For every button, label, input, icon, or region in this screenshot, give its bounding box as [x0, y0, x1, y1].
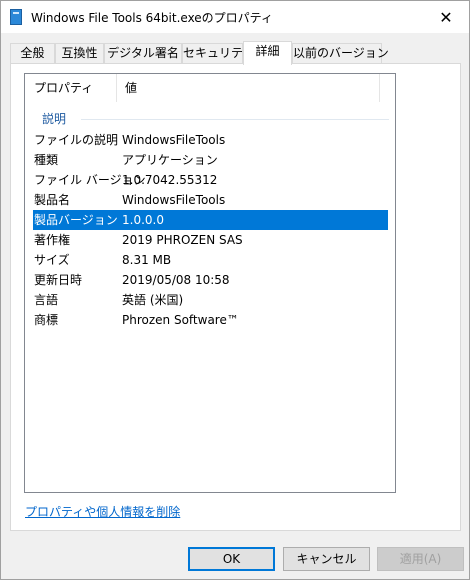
- property-name: 製品バージョン: [34, 213, 118, 227]
- tab-details[interactable]: 詳細: [243, 41, 292, 65]
- tab-compatibility[interactable]: 互換性: [55, 43, 104, 64]
- cancel-button[interactable]: キャンセル: [283, 547, 370, 571]
- table-row[interactable]: 更新日時 2019/05/08 10:58: [33, 270, 388, 290]
- table-row[interactable]: 製品名 WindowsFileTools: [33, 190, 388, 210]
- tab-security[interactable]: セキュリティ: [182, 43, 254, 64]
- apply-button[interactable]: 適用(A): [377, 547, 464, 571]
- property-value: 1.0.0.0: [122, 213, 164, 227]
- property-value: WindowsFileTools: [122, 133, 226, 147]
- close-button[interactable]: ✕: [423, 1, 469, 33]
- property-value: Phrozen Software™: [122, 313, 239, 327]
- window-title: Windows File Tools 64bit.exeのプロパティ: [31, 11, 273, 25]
- tab-strip: 全般 互換性 デジタル署名 セキュリティ 詳細 以前のバージョン: [10, 41, 460, 65]
- table-row[interactable]: ファイルの説明 WindowsFileTools: [33, 130, 388, 150]
- remove-properties-link[interactable]: プロパティや個人情報を削除: [25, 503, 180, 520]
- property-name: 製品名: [34, 193, 71, 207]
- group-divider: [81, 119, 389, 120]
- table-row-selected[interactable]: 製品バージョン 1.0.0.0: [33, 210, 388, 230]
- table-row[interactable]: ファイル バージョン 1.0.7042.55312: [33, 170, 388, 190]
- property-name: サイズ: [34, 253, 70, 267]
- properties-dialog: Windows File Tools 64bit.exeのプロパティ ✕ 全般 …: [0, 0, 470, 580]
- property-name: 種類: [34, 153, 59, 167]
- tab-previous-versions[interactable]: 以前のバージョン: [292, 43, 389, 64]
- ok-button[interactable]: OK: [188, 547, 275, 571]
- tab-digital-signature[interactable]: デジタル署名: [104, 43, 182, 64]
- group-header-description: 説明: [42, 112, 67, 126]
- property-value: 8.31 MB: [122, 253, 172, 267]
- column-header-value[interactable]: 値: [116, 74, 379, 102]
- column-header-property[interactable]: プロパティ: [25, 74, 116, 102]
- table-row[interactable]: 著作権 2019 PHROZEN SAS: [33, 230, 388, 250]
- property-name: 著作権: [34, 233, 71, 247]
- table-row[interactable]: 商標 Phrozen Software™: [33, 310, 388, 330]
- title-bar[interactable]: Windows File Tools 64bit.exeのプロパティ ✕: [1, 1, 469, 33]
- property-value: 英語 (米国): [122, 293, 184, 307]
- tab-general[interactable]: 全般: [10, 43, 55, 64]
- property-name: 言語: [34, 293, 59, 307]
- property-value: WindowsFileTools: [122, 193, 226, 207]
- property-name: ファイルの説明: [34, 133, 119, 147]
- property-list[interactable]: プロパティ 値 説明 ファイルの説明 WindowsFileTools 種類 ア…: [24, 73, 396, 493]
- file-icon: [10, 9, 22, 25]
- close-icon: ✕: [439, 7, 453, 27]
- property-name: 更新日時: [34, 273, 83, 287]
- property-value: 2019/05/08 10:58: [122, 273, 230, 287]
- property-value: 1.0.7042.55312: [122, 173, 218, 187]
- list-header: プロパティ 値: [25, 74, 395, 102]
- property-name: 商標: [34, 313, 59, 327]
- details-panel: プロパティ 値 説明 ファイルの説明 WindowsFileTools 種類 ア…: [10, 63, 461, 531]
- property-value: アプリケーション: [122, 153, 218, 167]
- table-row[interactable]: 言語 英語 (米国): [33, 290, 388, 310]
- property-value: 2019 PHROZEN SAS: [122, 233, 243, 247]
- table-row[interactable]: 種類 アプリケーション: [33, 150, 388, 170]
- column-separator[interactable]: [379, 74, 380, 102]
- table-row[interactable]: サイズ 8.31 MB: [33, 250, 388, 270]
